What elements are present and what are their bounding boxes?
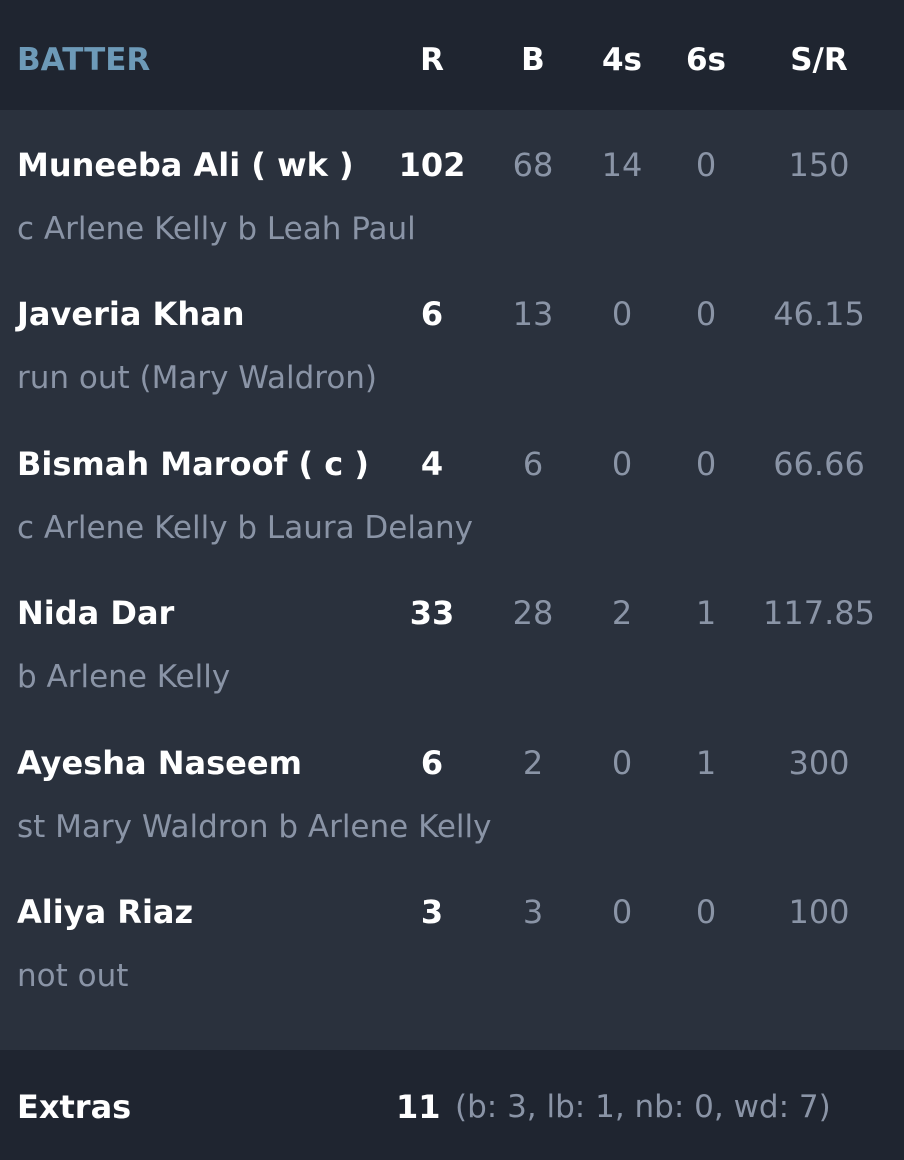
batting-list: Muneeba Ali ( wk ) c Arlene Kelly b Leah… <box>0 110 904 1050</box>
batter-row[interactable]: Javeria Khan run out (Mary Waldron) 6 13… <box>0 259 904 409</box>
batter-fours: 0 <box>611 744 633 782</box>
batter-balls: 13 <box>512 295 554 333</box>
batter-row[interactable]: Nida Dar b Arlene Kelly 33 28 2 1 117.85 <box>0 558 904 708</box>
batter-row[interactable]: Aliya Riaz not out 3 3 0 0 100 <box>0 857 904 1007</box>
batter-name: Javeria Khan <box>17 295 245 333</box>
batter-dismissal: st Mary Waldron b Arlene Kelly <box>17 809 492 845</box>
batter-sixes: 1 <box>695 744 717 782</box>
extras-breakdown: (b: 3, lb: 1, nb: 0, wd: 7) <box>455 1089 831 1125</box>
header-strike-rate: S/R <box>790 42 848 78</box>
batter-runs: 6 <box>420 744 444 782</box>
batter-runs: 102 <box>398 146 466 184</box>
batter-fours: 14 <box>601 146 643 184</box>
batter-strike-rate: 117.85 <box>763 594 875 632</box>
batter-strike-rate: 66.66 <box>773 445 865 483</box>
batter-dismissal: c Arlene Kelly b Laura Delany <box>17 510 473 546</box>
batter-fours: 0 <box>611 893 633 931</box>
batter-strike-rate: 150 <box>788 146 850 184</box>
batter-name: Ayesha Naseem <box>17 744 302 782</box>
header-fours: 4s <box>601 42 643 78</box>
batter-strike-rate: 46.15 <box>773 295 865 333</box>
batter-dismissal: c Arlene Kelly b Leah Paul <box>17 211 416 247</box>
batter-name: Bismah Maroof ( c ) <box>17 445 370 483</box>
batter-sixes: 0 <box>695 893 717 931</box>
batter-row[interactable]: Ayesha Naseem st Mary Waldron b Arlene K… <box>0 708 904 858</box>
batter-balls: 3 <box>522 893 544 931</box>
header-batter: BATTER <box>17 42 151 78</box>
batter-dismissal: not out <box>17 958 129 994</box>
batter-balls: 68 <box>512 146 554 184</box>
batter-name: Nida Dar <box>17 594 175 632</box>
scorecard-header: BATTER R B 4s 6s S/R <box>0 0 904 110</box>
batter-sixes: 0 <box>695 295 717 333</box>
batter-sixes: 0 <box>695 445 717 483</box>
header-sixes: 6s <box>685 42 727 78</box>
header-runs: R <box>420 42 444 78</box>
batter-fours: 0 <box>611 445 633 483</box>
batter-fours: 2 <box>611 594 633 632</box>
batter-row[interactable]: Muneeba Ali ( wk ) c Arlene Kelly b Leah… <box>0 110 904 260</box>
batter-dismissal: run out (Mary Waldron) <box>17 360 378 396</box>
batter-runs: 33 <box>409 594 455 632</box>
extras-row: Extras 11 (b: 3, lb: 1, nb: 0, wd: 7) <box>0 1050 904 1160</box>
batter-sixes: 0 <box>695 146 717 184</box>
batter-fours: 0 <box>611 295 633 333</box>
batter-name: Aliya Riaz <box>17 893 194 931</box>
batter-row[interactable]: Bismah Maroof ( c ) c Arlene Kelly b Lau… <box>0 409 904 559</box>
batter-balls: 6 <box>522 445 544 483</box>
batter-name: Muneeba Ali ( wk ) <box>17 146 354 184</box>
batter-runs: 4 <box>420 445 444 483</box>
header-balls: B <box>521 42 545 78</box>
extras-total: 11 <box>396 1088 441 1126</box>
batter-balls: 28 <box>512 594 554 632</box>
batter-sixes: 1 <box>695 594 717 632</box>
extras-label: Extras <box>17 1088 132 1126</box>
batter-strike-rate: 100 <box>788 893 850 931</box>
batter-strike-rate: 300 <box>788 744 850 782</box>
batter-balls: 2 <box>522 744 544 782</box>
batter-dismissal: b Arlene Kelly <box>17 659 231 695</box>
batter-runs: 3 <box>420 893 444 931</box>
batter-runs: 6 <box>420 295 444 333</box>
